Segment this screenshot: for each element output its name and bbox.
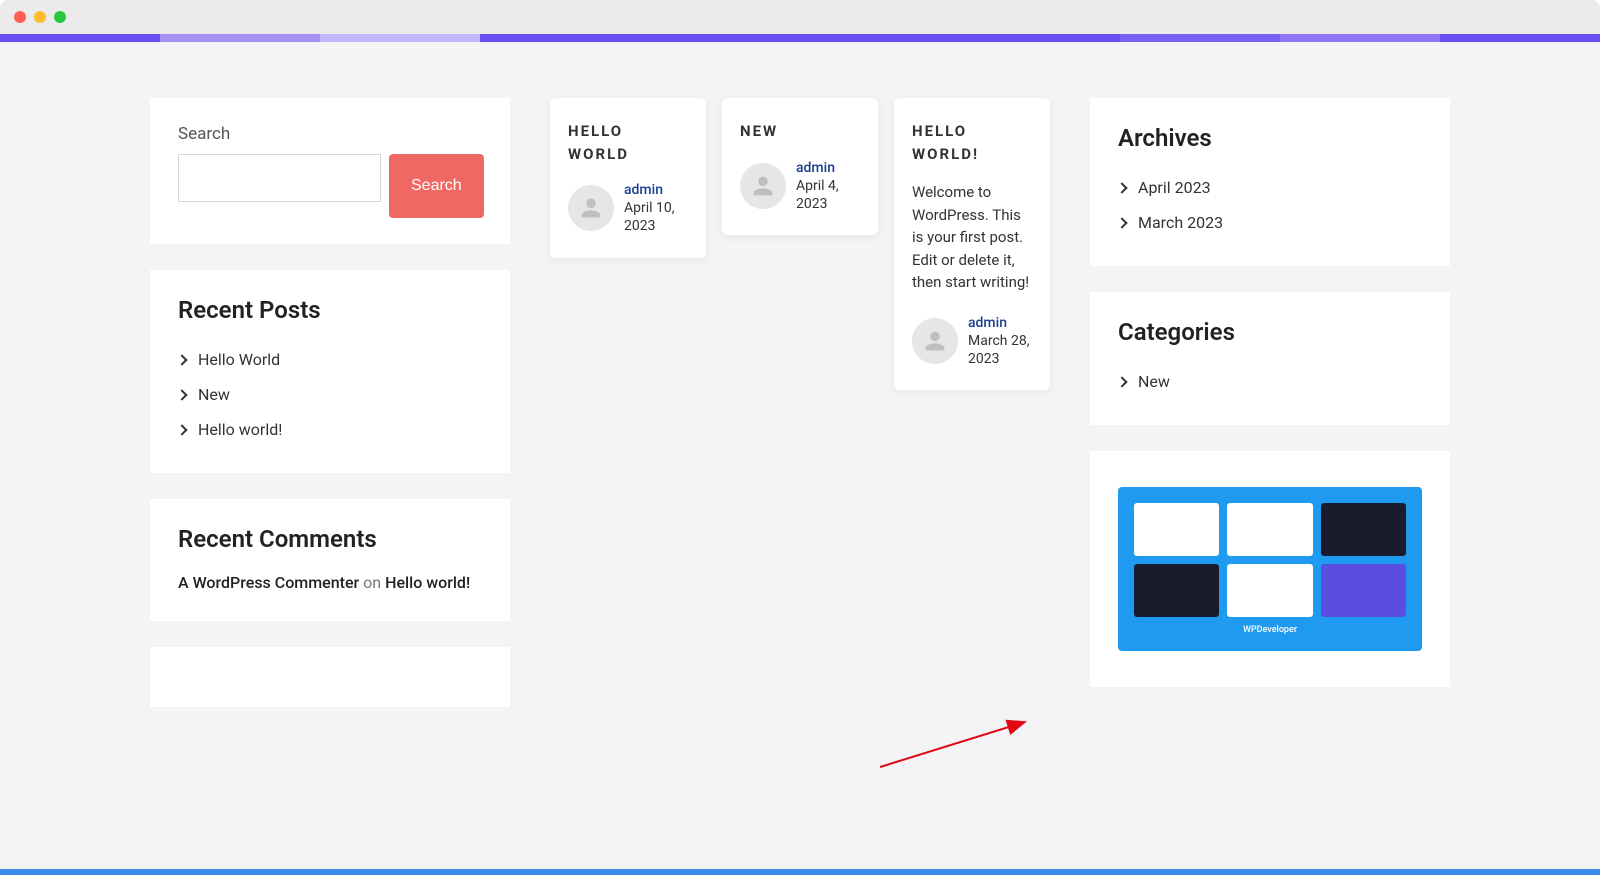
category-link[interactable]: New <box>1118 364 1422 399</box>
recent-comment-line: A WordPress Commenter on Hello world! <box>178 571 482 595</box>
post-author-row: admin April 4, 2023 <box>740 159 860 214</box>
widget-categories: Categories New <box>1090 292 1450 425</box>
promo-thumbnail <box>1227 503 1312 556</box>
widget-recent-comments: Recent Comments A WordPress Commenter on… <box>150 499 510 621</box>
chevron-right-icon <box>176 354 187 365</box>
avatar-icon <box>740 163 786 209</box>
comment-post-link[interactable]: Hello world! <box>385 573 470 592</box>
post-excerpt: Welcome to WordPress. This is your first… <box>912 181 1032 294</box>
archive-label: March 2023 <box>1138 213 1223 232</box>
recent-comments-heading: Recent Comments <box>178 525 482 553</box>
avatar-icon <box>912 318 958 364</box>
recent-post-label: Hello world! <box>198 420 282 439</box>
recent-post-label: Hello World <box>198 350 280 369</box>
sidebar-right: Archives April 2023 March 2023 Categorie… <box>1090 98 1450 733</box>
archive-label: April 2023 <box>1138 178 1211 197</box>
post-grid: HELLO WORLD admin April 10, 2023 NEW <box>550 98 1050 733</box>
post-card[interactable]: NEW admin April 4, 2023 <box>722 98 878 235</box>
chevron-right-icon <box>1116 376 1127 387</box>
post-date: April 4, 2023 <box>796 177 860 213</box>
archives-heading: Archives <box>1118 124 1422 152</box>
loading-ribbon <box>0 34 1600 42</box>
widget-empty <box>150 647 510 707</box>
widget-promo-image: WPDeveloper <box>1090 451 1450 687</box>
promo-image[interactable]: WPDeveloper <box>1118 487 1422 651</box>
widget-archives: Archives April 2023 March 2023 <box>1090 98 1450 266</box>
post-date: March 28, 2023 <box>968 332 1032 368</box>
post-card[interactable]: HELLO WORLD admin April 10, 2023 <box>550 98 706 258</box>
footer-edge <box>0 869 1600 875</box>
search-button[interactable]: Search <box>389 154 484 218</box>
post-author[interactable]: admin <box>796 159 860 177</box>
sidebar-left: Search Search Recent Posts Hello World N… <box>150 98 510 733</box>
post-date: April 10, 2023 <box>624 199 688 235</box>
recent-post-label: New <box>198 385 230 404</box>
recent-post-link[interactable]: New <box>178 377 482 412</box>
avatar-icon <box>568 185 614 231</box>
promo-footer-label: WPDeveloper <box>1134 625 1406 635</box>
comment-on-text: on <box>363 573 381 592</box>
chevron-right-icon <box>1116 182 1127 193</box>
widget-recent-posts: Recent Posts Hello World New Hello world… <box>150 270 510 473</box>
page-body: Search Search Recent Posts Hello World N… <box>0 42 1600 875</box>
window-minimize-icon[interactable] <box>34 11 46 23</box>
search-input[interactable] <box>178 154 381 202</box>
archive-link[interactable]: March 2023 <box>1118 205 1422 240</box>
recent-posts-heading: Recent Posts <box>178 296 482 324</box>
post-author[interactable]: admin <box>624 181 688 199</box>
post-title: NEW <box>740 120 860 143</box>
recent-post-link[interactable]: Hello world! <box>178 412 482 447</box>
chevron-right-icon <box>176 389 187 400</box>
browser-chrome <box>0 0 1600 34</box>
archive-link[interactable]: April 2023 <box>1118 170 1422 205</box>
promo-thumbnail <box>1321 503 1406 556</box>
promo-thumbnail <box>1134 503 1219 556</box>
post-title: HELLO WORLD <box>568 120 688 165</box>
promo-thumbnail <box>1134 564 1219 617</box>
categories-heading: Categories <box>1118 318 1422 346</box>
promo-thumbnail <box>1227 564 1312 617</box>
post-card[interactable]: HELLO WORLD! Welcome to WordPress. This … <box>894 98 1050 390</box>
post-author[interactable]: admin <box>968 314 1032 332</box>
post-title: HELLO WORLD! <box>912 120 1032 165</box>
widget-search: Search Search <box>150 98 510 244</box>
chevron-right-icon <box>1116 217 1127 228</box>
chevron-right-icon <box>176 424 187 435</box>
search-label: Search <box>178 124 482 144</box>
post-author-row: admin March 28, 2023 <box>912 314 1032 369</box>
category-label: New <box>1138 372 1170 391</box>
commenter-link[interactable]: A WordPress Commenter <box>178 573 359 592</box>
recent-post-link[interactable]: Hello World <box>178 342 482 377</box>
promo-thumbnail <box>1321 564 1406 617</box>
post-author-row: admin April 10, 2023 <box>568 181 688 236</box>
window-close-icon[interactable] <box>14 11 26 23</box>
window-maximize-icon[interactable] <box>54 11 66 23</box>
